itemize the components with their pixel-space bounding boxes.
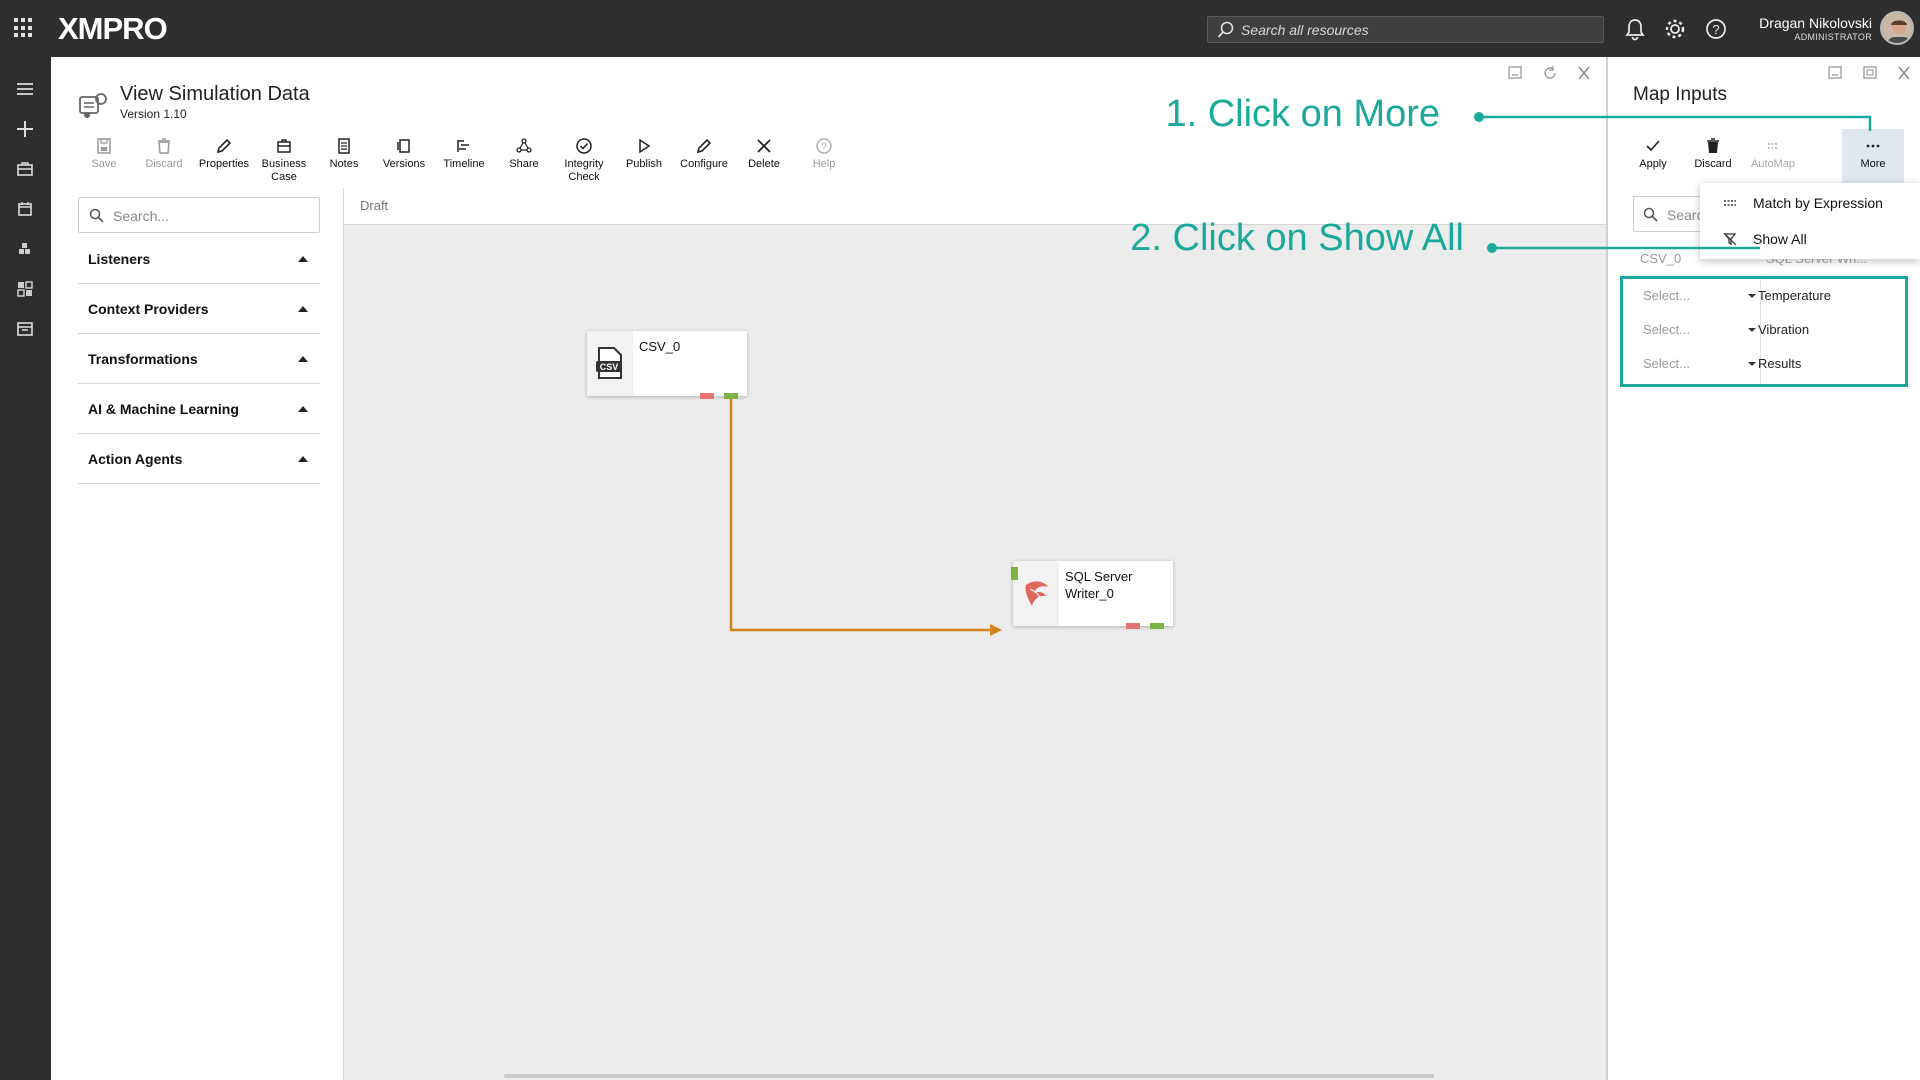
- annotation-step-2: 2. Click on Show All: [1130, 217, 1464, 259]
- annotation-leader-line: [1479, 115, 1872, 131]
- annotation-dot: [1487, 243, 1497, 253]
- annotation-step-1: 1. Click on More: [1165, 93, 1440, 135]
- annotation-dot: [1474, 112, 1484, 122]
- annotation-layer: [1474, 112, 1872, 253]
